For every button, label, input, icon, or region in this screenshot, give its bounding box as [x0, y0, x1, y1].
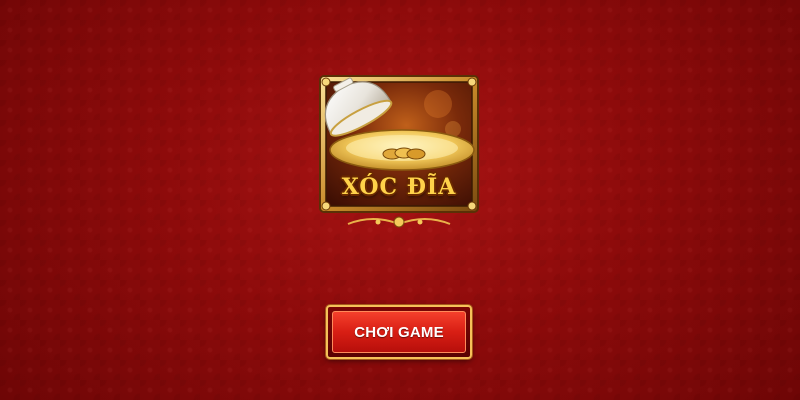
logo-frame-icon — [319, 75, 479, 228]
play-game-button-face[interactable]: CHƠI GAME — [332, 311, 466, 353]
logo-title: XÓC ĐĨA — [341, 174, 457, 200]
game-start-screen: XÓC ĐĨA CHƠI GAME — [0, 0, 800, 400]
game-logo: XÓC ĐĨA — [318, 74, 480, 232]
play-game-button-label: CHƠI GAME — [354, 323, 444, 341]
play-game-button[interactable]: CHƠI GAME — [326, 305, 472, 359]
